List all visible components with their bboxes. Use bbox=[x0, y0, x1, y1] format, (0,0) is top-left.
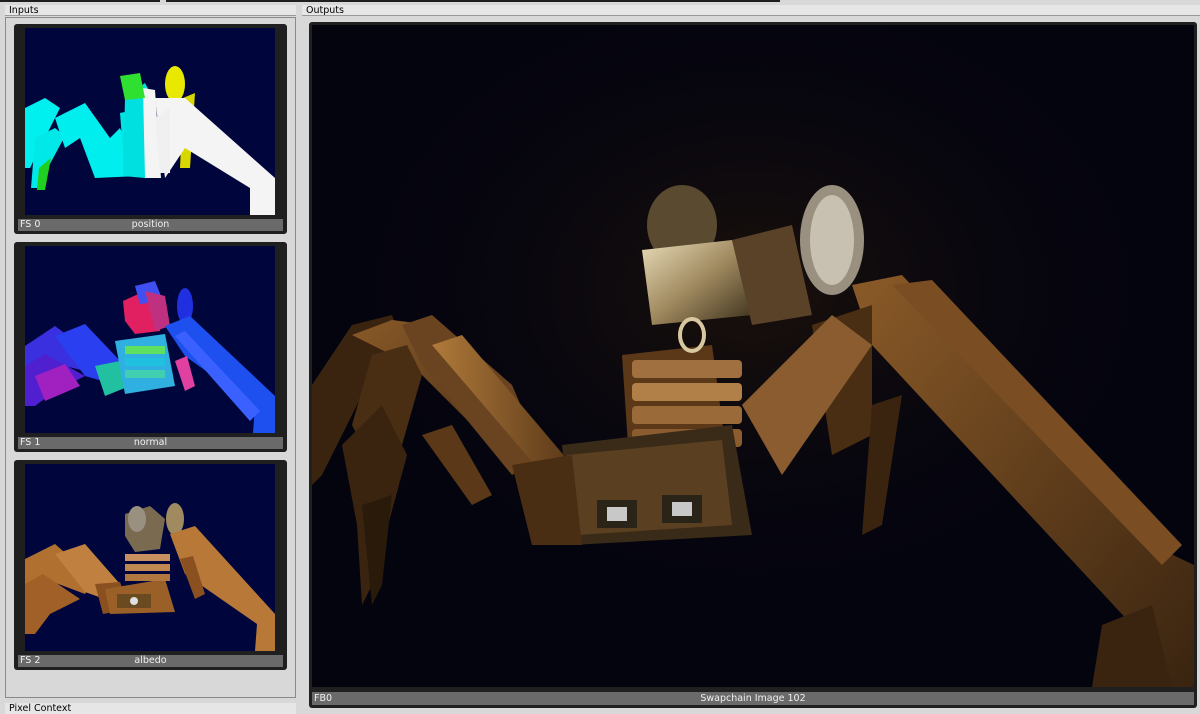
input-name: normal bbox=[133, 437, 168, 448]
swapchain-preview bbox=[312, 25, 1194, 687]
input-label-bar: FS 0 position bbox=[18, 219, 283, 231]
input-name: position bbox=[131, 219, 170, 230]
input-label-bar: FS 2 albedo bbox=[18, 655, 283, 667]
inputs-panel: Inputs FS 0 position FS 1 normal FS 2 al… bbox=[5, 5, 296, 698]
inputs-panel-body: FS 0 position FS 1 normal FS 2 albedo bbox=[5, 17, 296, 698]
input-thumbnail-albedo[interactable]: FS 2 albedo bbox=[14, 460, 287, 670]
input-label-bar: FS 1 normal bbox=[18, 437, 283, 449]
pixel-context-panel: Pixel Context bbox=[5, 703, 296, 714]
input-name: albedo bbox=[134, 655, 167, 666]
pixel-context-title: Pixel Context bbox=[5, 703, 296, 714]
top-strip bbox=[0, 0, 1200, 4]
output-thumbnail-swapchain[interactable]: FB0 Swapchain Image 102 bbox=[309, 22, 1197, 708]
output-name: Swapchain Image 102 bbox=[700, 693, 806, 704]
input-thumbnail-normal[interactable]: FS 1 normal bbox=[14, 242, 287, 452]
input-thumbnail-position[interactable]: FS 0 position bbox=[14, 24, 287, 234]
albedo-preview bbox=[25, 464, 275, 651]
position-preview bbox=[25, 28, 275, 215]
outputs-panel-title: Outputs bbox=[302, 5, 1200, 16]
inputs-panel-title: Inputs bbox=[5, 5, 296, 16]
outputs-panel: Outputs FB0 Swapchain Image 102 bbox=[302, 5, 1200, 713]
normal-preview bbox=[25, 246, 275, 433]
toolbar-tab[interactable] bbox=[166, 0, 780, 2]
output-label-bar: FB0 Swapchain Image 102 bbox=[312, 692, 1194, 705]
toolbar-tab[interactable] bbox=[0, 0, 160, 2]
